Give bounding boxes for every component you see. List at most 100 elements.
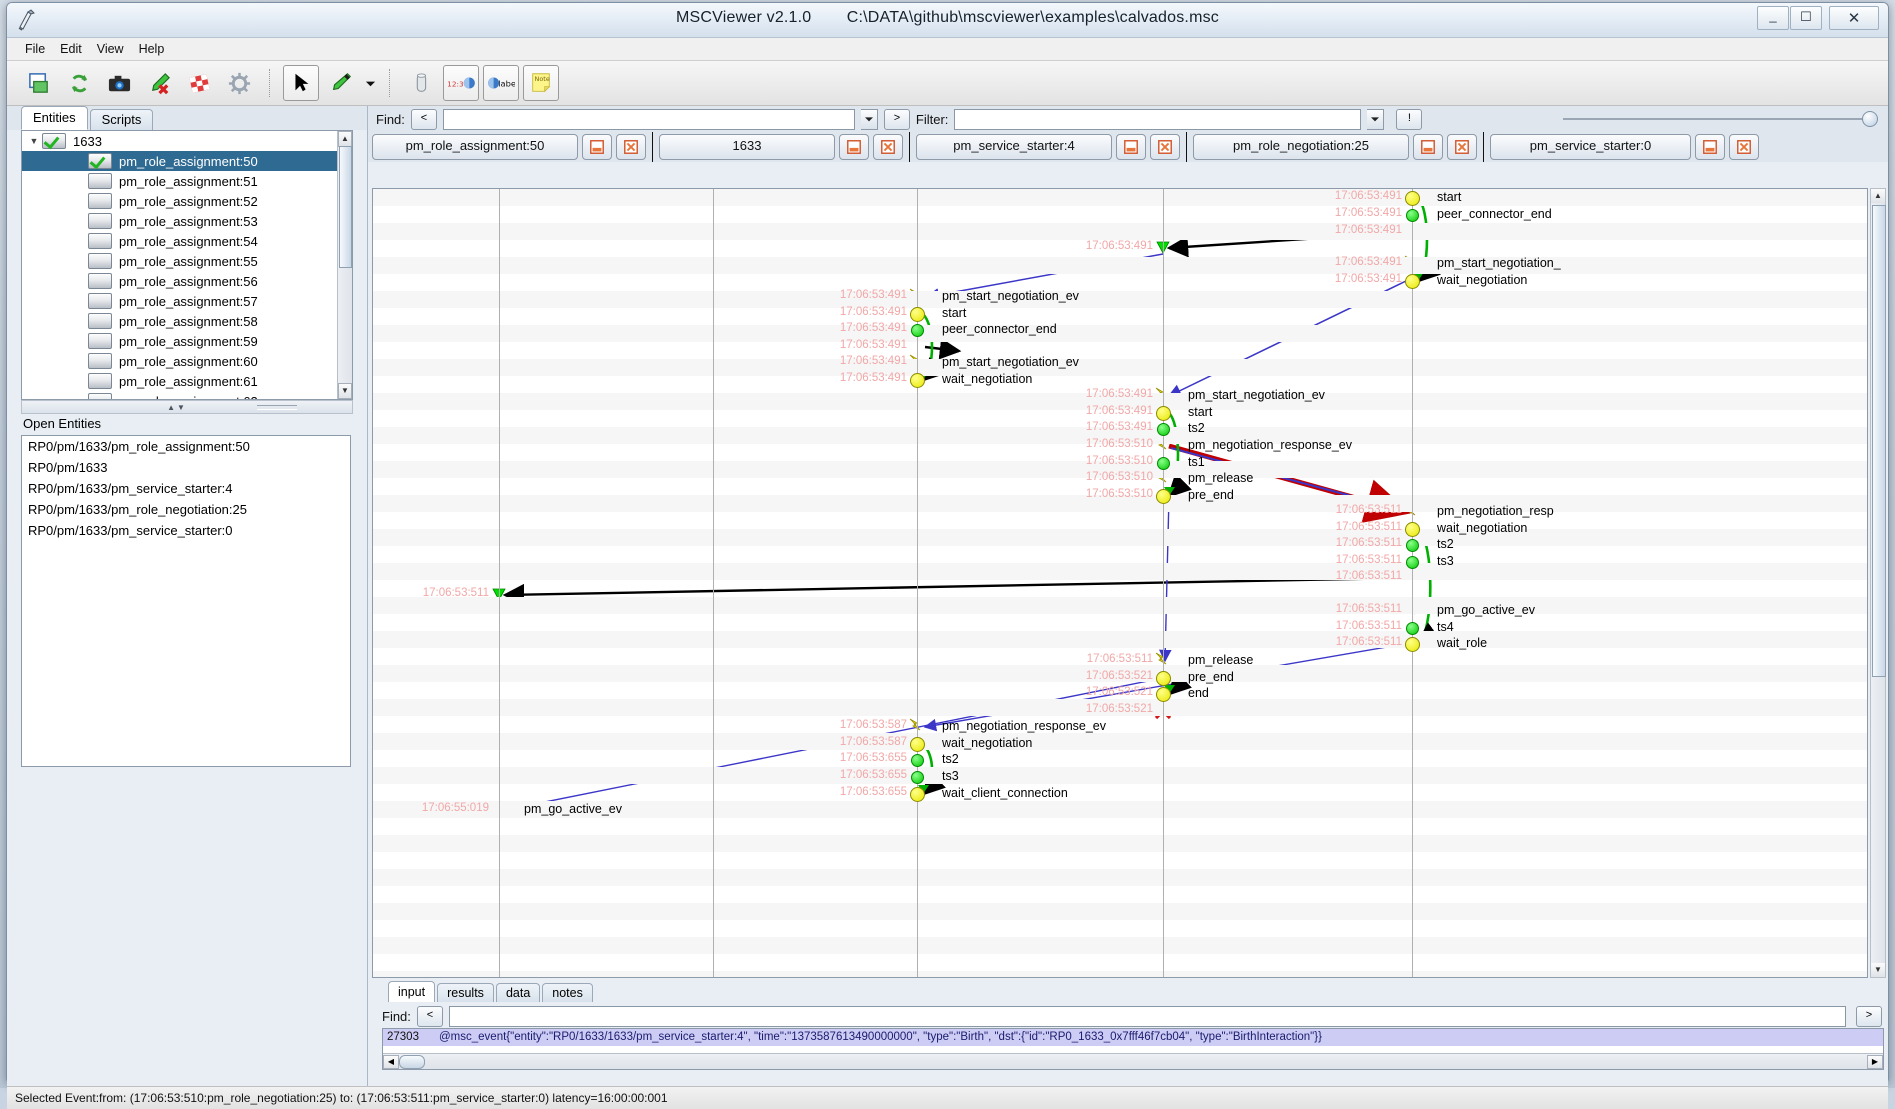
filter-input-wrap[interactable] [954,109,1361,130]
entity-icon[interactable] [88,393,112,400]
label-icon[interactable]: label [483,65,519,101]
zoom-slider[interactable] [1563,111,1878,127]
minimize-button[interactable]: _ [1757,6,1789,30]
collapse-up-icon[interactable]: ▲ [167,403,175,412]
event-label[interactable]: pm_go_active_ev [1437,603,1535,617]
log-scroll-left-icon[interactable]: ◀ [383,1055,399,1069]
green-state-dot[interactable] [911,771,924,784]
event-label[interactable]: ts4 [1437,620,1454,634]
find-prev-button[interactable]: < [411,109,437,130]
diagram-message-arrow[interactable] [505,578,1406,595]
zoom-slider-thumb[interactable] [1862,111,1878,127]
bottom-tab-notes[interactable]: notes [542,983,593,1002]
event-label[interactable]: wait_client_connection [942,786,1068,800]
settings-gear-icon[interactable] [221,65,257,101]
bottom-find-input[interactable] [450,1007,1845,1026]
tree-row[interactable]: pm_role_assignment:52 [22,191,352,211]
open-entity-row[interactable]: RP0/pm/1633 [22,457,350,478]
event-label[interactable]: pre_end [1188,670,1234,684]
filter-history-dropdown[interactable] [1367,109,1384,130]
filter-apply-button[interactable]: ! [1396,109,1422,130]
open-entity-row[interactable]: RP0/pm/1633/pm_service_starter:4 [22,478,350,499]
entity-icon[interactable] [88,333,112,349]
yellow-state-dot[interactable] [1156,687,1171,702]
green-state-dot[interactable] [911,324,924,337]
tree-row[interactable]: pm_role_assignment:50 [22,151,352,171]
event-label[interactable]: ts1 [1188,455,1205,469]
entity-tab-close-icon[interactable] [616,134,646,160]
entity-tab-minimize-icon[interactable] [1413,134,1443,160]
event-label[interactable]: pm_start_negotiation_ [1437,256,1561,270]
entity-icon[interactable] [88,373,112,389]
tree-row[interactable]: pm_role_assignment:62 [22,391,352,400]
entity-tab-name[interactable]: pm_service_starter:4 [916,134,1112,160]
entity-tree-scrollbar[interactable]: ▲ ▼ [337,131,352,399]
yellow-state-dot[interactable] [910,373,925,388]
event-label[interactable]: ts3 [1437,554,1454,568]
menu-item-help[interactable]: Help [133,40,171,58]
highlighter-dropdown-arrow-icon[interactable] [363,66,377,100]
log-scroll-right-icon[interactable]: ▶ [1867,1055,1883,1069]
bottom-find-next-button[interactable]: > [1856,1006,1882,1027]
event-label[interactable]: pre_end [1188,488,1234,502]
tree-row[interactable]: ▼1633 [22,131,352,151]
battery-icon[interactable] [403,65,439,101]
checker-flag-icon[interactable] [181,65,217,101]
event-label[interactable]: wait_negotiation [942,736,1032,750]
open-entity-row[interactable]: RP0/pm/1633/pm_role_assignment:50 [22,436,350,457]
tree-row[interactable]: pm_role_assignment:56 [22,271,352,291]
tree-row[interactable]: pm_role_assignment:53 [22,211,352,231]
close-button[interactable]: ✕ [1829,6,1879,30]
event-label[interactable]: peer_connector_end [1437,207,1552,221]
menu-item-file[interactable]: File [19,40,51,58]
scroll-down-icon[interactable]: ▼ [338,383,352,399]
event-label[interactable]: pm_release [1188,653,1253,667]
bottom-tab-results[interactable]: results [437,983,494,1002]
green-state-dot[interactable] [1406,539,1419,552]
sequence-diagram[interactable]: 17:06:53:491start17:06:53:491peer_connec… [372,188,1868,978]
entity-icon[interactable] [88,293,112,309]
event-label[interactable]: start [942,306,966,320]
entity-tab-name[interactable]: pm_service_starter:0 [1490,134,1691,160]
yellow-state-dot[interactable] [910,787,925,802]
diagram-message-arrow[interactable] [925,347,959,351]
scroll-up-icon[interactable]: ▲ [338,131,352,147]
entity-tab-name[interactable]: pm_role_negotiation:25 [1193,134,1409,160]
split-divider[interactable]: ▲ ▼ [21,400,353,414]
tree-row[interactable]: pm_role_assignment:58 [22,311,352,331]
event-label[interactable]: peer_connector_end [942,322,1057,336]
collapse-down-icon[interactable]: ▼ [177,403,185,412]
bottom-tab-input[interactable]: input [388,981,435,1002]
bottom-tab-data[interactable]: data [496,983,540,1002]
filter-input[interactable] [955,110,1360,129]
event-label[interactable]: pm_negotiation_response_ev [942,719,1106,733]
select-arrow-icon[interactable] [283,65,319,101]
log-view[interactable]: 27303@msc_event{"entity":"RP0/1633/1633/… [382,1028,1884,1070]
event-label[interactable]: pm_start_negotiation_ev [942,355,1079,369]
refresh-icon[interactable] [61,65,97,101]
entity-tab-close-icon[interactable] [1729,134,1759,160]
tree-row[interactable]: pm_role_assignment:55 [22,251,352,271]
yellow-state-dot[interactable] [1405,637,1420,652]
yellow-state-dot[interactable] [1405,191,1420,206]
event-label[interactable]: ts2 [1188,421,1205,435]
tab-entities[interactable]: Entities [21,106,88,130]
camera-snapshot-icon[interactable] [101,65,137,101]
entity-icon[interactable] [88,173,112,189]
log-line[interactable]: 27303@msc_event{"entity":"RP0/1633/1633/… [383,1029,1883,1046]
yellow-state-dot[interactable] [1156,406,1171,421]
open-entities-list[interactable]: RP0/pm/1633/pm_role_assignment:50RP0/pm/… [21,435,351,767]
find-history-dropdown[interactable] [861,109,878,130]
event-label[interactable]: wait_negotiation [1437,273,1527,287]
entity-tab-minimize-icon[interactable] [1116,134,1146,160]
event-label[interactable]: pm_go_active_ev [524,802,622,816]
entity-tree[interactable]: ▼1633pm_role_assignment:50 pm_role_assign… [21,130,353,400]
highlighter-icon[interactable] [323,65,359,101]
green-state-dot[interactable] [1157,423,1170,436]
diagram-scroll-down-icon[interactable]: ▼ [1871,963,1885,977]
log-scroll-thumb[interactable] [399,1055,425,1069]
yellow-state-dot[interactable] [1156,671,1171,686]
entity-tab-close-icon[interactable] [873,134,903,160]
event-label[interactable]: wait_negotiation [1437,521,1527,535]
entity-tab-minimize-icon[interactable] [839,134,869,160]
